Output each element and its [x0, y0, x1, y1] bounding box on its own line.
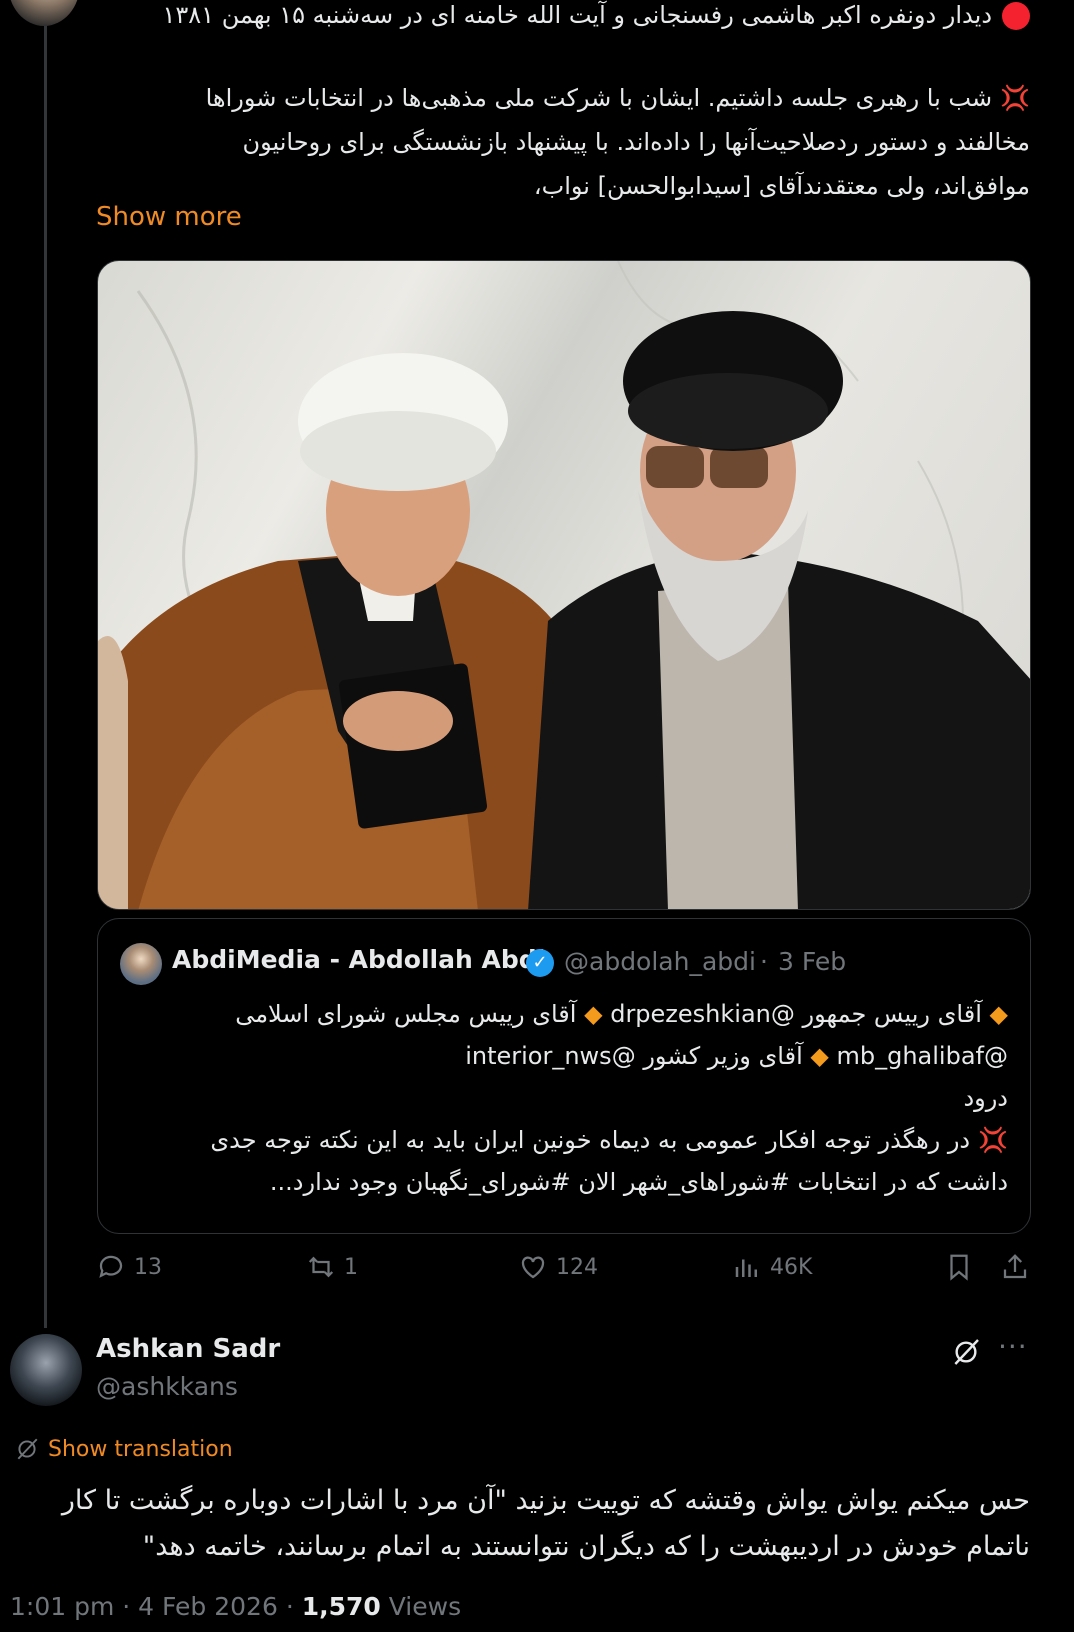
quoted-tweet-card[interactable]: AbdiMedia - Abdollah Abdi ✓ @abdolah_abd…: [97, 918, 1031, 1234]
share-button[interactable]: [1000, 1252, 1030, 1282]
quoted-line: 💢در رهگذر توجه افکار عمومی به دیماه خونی…: [210, 1119, 1008, 1161]
quoted-author-handle[interactable]: @abdolah_abdi: [564, 947, 756, 976]
separator-dot: ·: [760, 947, 768, 976]
reply-body: حس میکنم یواش یواش وقتشه که توییت بزنید …: [20, 1478, 1030, 1570]
quoted-author-name[interactable]: AbdiMedia - Abdollah Abdi: [172, 945, 545, 974]
diamond-icon: ◆: [989, 1000, 1008, 1028]
mention-link[interactable]: @interior_nws: [465, 1042, 635, 1070]
grok-icon: [954, 1339, 979, 1365]
like-button[interactable]: 124: [518, 1252, 598, 1282]
reply-body-line: حس میکنم یواش یواش وقتشه که توییت بزنید …: [61, 1485, 1030, 1516]
tweet-body-line: 💢شب با رهبری جلسه داشتیم. ایشان با شرکت …: [70, 76, 1030, 120]
repost-icon: [308, 1256, 334, 1278]
bookmark-icon: [950, 1254, 968, 1281]
quoted-line: داشت که در انتخابات #شوراهای_شهر الان #ش…: [269, 1168, 1008, 1196]
quoted-line: @mb_ghalibaf ◆ آقای وزیر کشور @interior_…: [465, 1042, 1009, 1070]
mention-link[interactable]: @drpezeshkian: [610, 1000, 795, 1028]
diamond-icon: ◆: [810, 1042, 829, 1070]
quoted-line: درود: [963, 1084, 1008, 1112]
reply-author-handle[interactable]: @ashkkans: [96, 1372, 238, 1401]
more-icon[interactable]: ···: [998, 1330, 1028, 1363]
reply-icon: [99, 1255, 123, 1278]
tweet-meta: 1:01 pm · 4 Feb 2026 · 1,570 Views: [10, 1592, 462, 1621]
quoted-avatar[interactable]: [120, 943, 162, 985]
anger-symbol-icon: 💢: [1000, 84, 1030, 112]
show-translation-link[interactable]: Show translation: [14, 1436, 233, 1462]
like-icon: [521, 1256, 545, 1279]
post-time[interactable]: 1:01 pm: [10, 1592, 114, 1621]
thread-line: [44, 0, 47, 1328]
tweet-photo[interactable]: [97, 260, 1031, 910]
mention-link[interactable]: @mb_ghalibaf: [837, 1042, 1009, 1070]
bookmark-button[interactable]: [944, 1252, 974, 1282]
translate-icon: [17, 1438, 38, 1460]
tweet-body-line: مخالفند و دستور ردصلاحیت‌آنها را داده‌ان…: [242, 128, 1030, 156]
views-label: Views: [388, 1592, 462, 1621]
quoted-line: ◆ آقای رییس جمهور @drpezeshkian ◆ آقای ر…: [235, 1000, 1008, 1028]
reply-author-name[interactable]: Ashkan Sadr: [96, 1334, 280, 1364]
show-more-link[interactable]: Show more: [96, 202, 242, 232]
verified-badge-icon: ✓: [526, 949, 554, 977]
post-date[interactable]: 4 Feb 2026: [138, 1592, 278, 1621]
share-icon: [1003, 1254, 1027, 1279]
views-button[interactable]: 46K: [732, 1252, 812, 1282]
photo-illustration: [98, 261, 1030, 909]
reply-avatar[interactable]: [10, 1334, 82, 1406]
anger-symbol-icon: 💢: [978, 1126, 1008, 1154]
repost-button[interactable]: 1: [306, 1252, 358, 1282]
red-dot-icon: [1002, 2, 1030, 30]
quoted-date[interactable]: 3 Feb: [778, 947, 846, 976]
grok-button[interactable]: [950, 1336, 982, 1372]
tweet-title: دیدار دونفره اکبر هاشمی رفسنجانی و آیت ا…: [162, 1, 993, 29]
views-icon: [735, 1259, 757, 1277]
reply-button[interactable]: 13: [96, 1252, 162, 1282]
views-count: 1,570: [301, 1592, 381, 1621]
diamond-icon: ◆: [584, 1000, 603, 1028]
tweet-body: 💢شب با رهبری جلسه داشتیم. ایشان با شرکت …: [70, 76, 1030, 208]
reply-body-line: ناتمام خودش در اردیبهشت را که دیگران نتو…: [142, 1531, 1030, 1562]
avatar[interactable]: [8, 0, 80, 26]
